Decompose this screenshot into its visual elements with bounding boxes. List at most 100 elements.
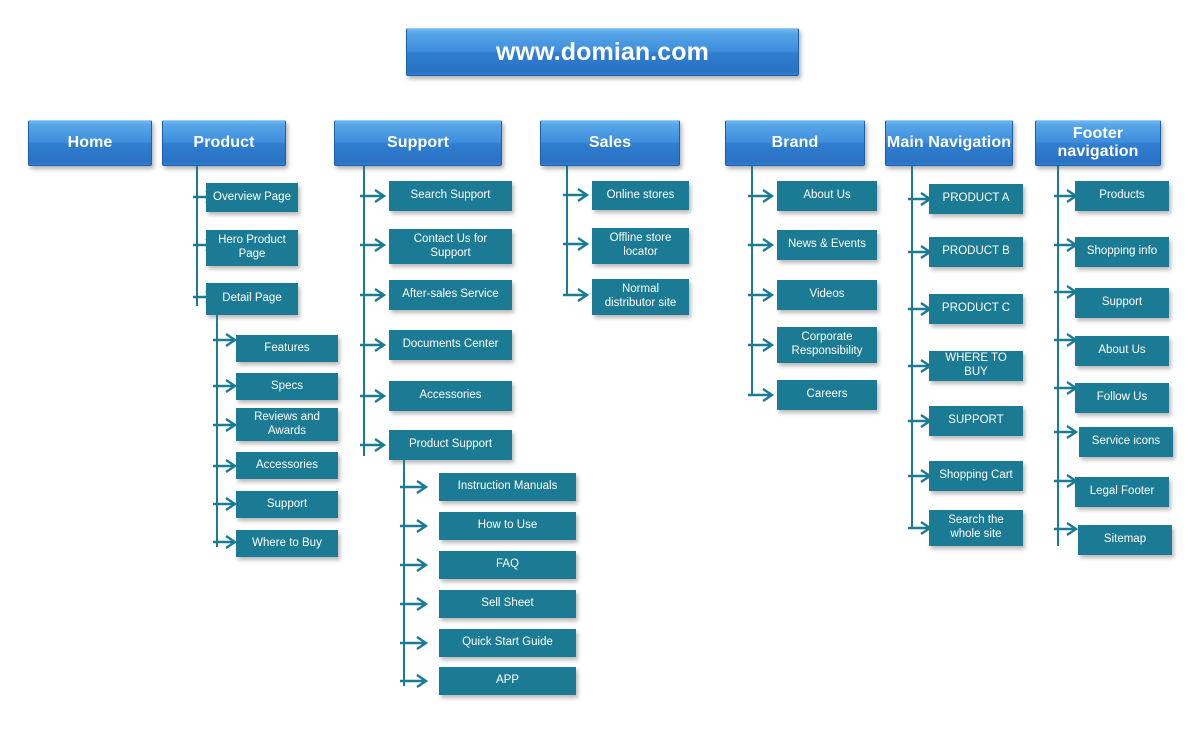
connector-trunk-product <box>196 166 198 306</box>
node-products-footer[interactable]: Products <box>1075 181 1169 211</box>
node-label: Videos <box>809 288 845 301</box>
node-label: Reviews and Awards <box>254 410 320 437</box>
node-corporate-responsibility[interactable]: Corporate Responsibility <box>777 327 877 363</box>
node-search-support[interactable]: Search Support <box>389 181 512 211</box>
node-normal-distributor-site[interactable]: Normal distributor site <box>592 279 689 315</box>
node-shopping-cart[interactable]: Shopping Cart <box>929 461 1023 491</box>
node-brand-label: Brand <box>771 134 819 152</box>
node-label: PRODUCT C <box>941 302 1011 315</box>
node-label: Shopping Cart <box>939 469 1013 482</box>
node-label: WHERE TO BUY <box>945 352 1007 378</box>
node-instruction-manuals[interactable]: Instruction Manuals <box>439 473 576 501</box>
node-label: Overview Page <box>213 190 291 203</box>
connector-trunk-footer-navigation <box>1057 166 1059 546</box>
node-accessories-detail[interactable]: Accessories <box>236 452 338 479</box>
node-label: Follow Us <box>1096 391 1148 404</box>
node-label: APP <box>495 674 519 687</box>
node-specs[interactable]: Specs <box>236 373 338 400</box>
node-brand[interactable]: Brand <box>725 120 865 166</box>
connector-trunk-product-support <box>403 460 405 686</box>
node-shopping-info[interactable]: Shopping info <box>1075 237 1169 267</box>
site-title-label: www.domian.com <box>496 38 709 66</box>
sitemap-diagram: www.domian.com Home Product Support Sale… <box>0 0 1200 730</box>
node-label: Offline store locator <box>609 232 672 258</box>
node-main-navigation[interactable]: Main Navigation <box>885 120 1013 166</box>
node-search-the-whole-site[interactable]: Search the whole site <box>929 510 1023 546</box>
node-careers[interactable]: Careers <box>777 380 877 410</box>
node-support-detail[interactable]: Support <box>236 491 338 518</box>
node-product-support[interactable]: Product Support <box>389 430 512 460</box>
node-main-navigation-label: Main Navigation <box>886 134 1012 152</box>
node-label: Shopping info <box>1086 245 1158 258</box>
node-contact-us-for-support[interactable]: Contact Us for Support <box>389 229 512 264</box>
node-documents-center[interactable]: Documents Center <box>389 330 512 360</box>
node-label: Specs <box>271 379 303 392</box>
node-overview-page[interactable]: Overview Page <box>206 183 298 212</box>
node-footer-navigation[interactable]: Footer navigation <box>1035 120 1161 166</box>
node-hero-product-page[interactable]: Hero Product Page <box>206 230 298 266</box>
node-label: Accessories <box>256 458 318 471</box>
node-sell-sheet[interactable]: Sell Sheet <box>439 590 576 618</box>
node-about-us-footer[interactable]: About Us <box>1075 336 1169 366</box>
node-product-c[interactable]: PRODUCT C <box>929 294 1023 324</box>
connector-trunk-support <box>363 166 365 456</box>
node-online-stores[interactable]: Online stores <box>592 181 689 210</box>
node-label: Sell Sheet <box>481 597 534 610</box>
node-support-footer[interactable]: Support <box>1075 288 1169 318</box>
connector-trunk-detail-page <box>216 315 218 547</box>
node-label: Features <box>264 341 310 354</box>
node-label: Careers <box>806 388 848 401</box>
site-title-box[interactable]: www.domian.com <box>406 28 799 76</box>
node-sitemap[interactable]: Sitemap <box>1078 525 1172 555</box>
node-features[interactable]: Features <box>236 335 338 362</box>
node-about-us-brand[interactable]: About Us <box>777 181 877 211</box>
node-offline-store-locator[interactable]: Offline store locator <box>592 228 689 264</box>
node-label: Product Support <box>408 438 493 451</box>
node-faq[interactable]: FAQ <box>439 551 576 579</box>
node-reviews-and-awards[interactable]: Reviews and Awards <box>236 408 338 441</box>
node-product[interactable]: Product <box>162 120 286 166</box>
node-product-label: Product <box>193 134 255 152</box>
node-accessories-support[interactable]: Accessories <box>389 381 512 411</box>
node-legal-footer[interactable]: Legal Footer <box>1075 477 1169 507</box>
node-label: PRODUCT B <box>942 245 1010 258</box>
node-home[interactable]: Home <box>28 120 152 166</box>
node-label: Search the whole site <box>948 514 1004 540</box>
node-label: Hero Product Page <box>218 234 286 260</box>
node-videos[interactable]: Videos <box>777 280 877 310</box>
node-where-to-buy-mainnav[interactable]: WHERE TO BUY <box>929 351 1023 381</box>
node-support[interactable]: Support <box>334 120 502 166</box>
node-label: Support <box>266 497 308 510</box>
connector-trunk-sales <box>566 166 568 296</box>
node-detail-page[interactable]: Detail Page <box>206 283 298 315</box>
node-service-icons[interactable]: Service icons <box>1079 427 1173 457</box>
node-label: Normal distributor site <box>604 283 677 309</box>
node-follow-us[interactable]: Follow Us <box>1075 383 1169 413</box>
connector-trunk-brand <box>751 166 753 396</box>
node-label: Corporate Responsibility <box>791 331 863 357</box>
node-label: Legal Footer <box>1089 485 1155 498</box>
node-support-mainnav[interactable]: SUPPORT <box>929 406 1023 436</box>
node-label: Contact Us for Support <box>413 232 488 259</box>
node-how-to-use[interactable]: How to Use <box>439 512 576 540</box>
node-label: Sitemap <box>1103 533 1147 546</box>
node-where-to-buy-detail[interactable]: Where to Buy <box>236 530 338 557</box>
node-product-a[interactable]: PRODUCT A <box>929 184 1023 214</box>
node-label: Documents Center <box>402 338 499 351</box>
node-footer-navigation-label: Footer navigation <box>1057 125 1139 160</box>
node-sales-label: Sales <box>588 134 632 152</box>
node-after-sales-service[interactable]: After-sales Service <box>389 280 512 310</box>
node-sales[interactable]: Sales <box>540 120 680 166</box>
node-label: FAQ <box>495 558 519 571</box>
node-label: Service icons <box>1091 435 1161 448</box>
node-label: Instruction Manuals <box>457 480 558 493</box>
node-label: Products <box>1099 189 1145 202</box>
node-product-b[interactable]: PRODUCT B <box>929 237 1023 267</box>
node-news-and-events[interactable]: News & Events <box>777 230 877 260</box>
node-label: About Us <box>803 189 851 202</box>
node-quick-start-guide[interactable]: Quick Start Guide <box>439 629 576 657</box>
node-label: How to Use <box>477 519 538 532</box>
node-label: SUPPORT <box>948 414 1004 427</box>
node-label: Search Support <box>410 189 491 202</box>
node-app[interactable]: APP <box>439 667 576 695</box>
